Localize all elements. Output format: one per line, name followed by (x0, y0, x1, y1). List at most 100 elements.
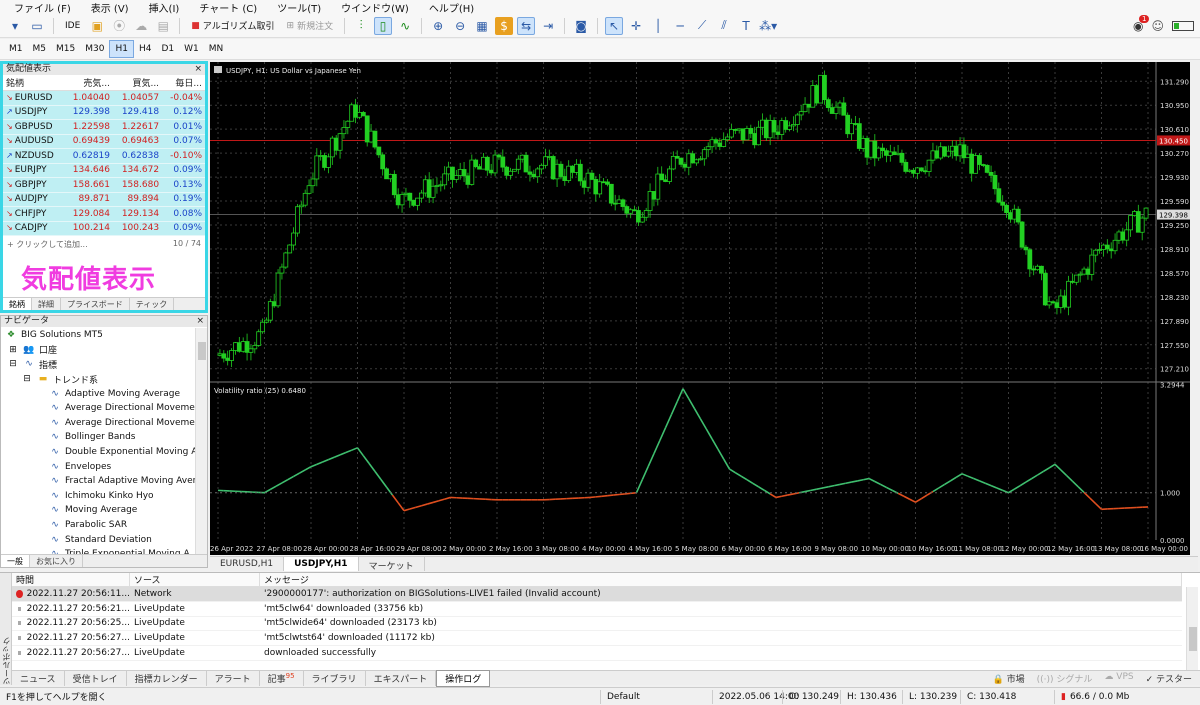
timeframe-h1-button[interactable]: H1 (109, 40, 134, 58)
tab-1[interactable]: お気に入り (30, 555, 83, 567)
chart-tab[interactable]: USDJPY,H1 (284, 557, 359, 571)
menu-item[interactable]: ファイル (F) (4, 0, 81, 15)
menu-item[interactable]: ツール(T) (267, 0, 331, 15)
menu-item[interactable]: 挿入(I) (139, 0, 190, 15)
nav-indicator-item[interactable]: ∿ Double Exponential Moving A (1, 445, 207, 460)
navigator-scrollbar[interactable] (195, 328, 207, 554)
quote-row[interactable]: ↘ AUDUSD 0.69439 0.69463 0.07% (3, 134, 205, 149)
network-status[interactable]: ▮ 66.6 / 0.0 Mb (1054, 689, 1200, 704)
nav-indicator-item[interactable]: ∿ Standard Deviation (1, 532, 207, 547)
column-header[interactable]: 毎日... (162, 75, 205, 91)
quote-row[interactable]: ↘ GBPUSD 1.22598 1.22617 0.01% (3, 119, 205, 135)
timeframe-m5-button[interactable]: M5 (28, 41, 52, 57)
nav-indicator-item[interactable]: ∿ Bollinger Bands (1, 430, 207, 445)
menu-item[interactable]: ウインドウ(W) (331, 0, 419, 15)
scroll-thumb[interactable] (1189, 627, 1197, 651)
nav-indicator-item[interactable]: ∿ Parabolic SAR (1, 518, 207, 533)
quote-row[interactable]: ↗ NZDUSD 0.62819 0.62838 -0.10% (3, 148, 205, 164)
nav-indicator-item[interactable]: ∿ Moving Average (1, 503, 207, 518)
menu-item[interactable]: チャート (C) (189, 0, 267, 15)
timeframe-mn-button[interactable]: MN (204, 41, 229, 57)
tab-0[interactable]: 一般 (1, 555, 30, 567)
toolbox-tab[interactable]: 記事95 (260, 670, 304, 686)
toolbox-link[interactable]: ((·)) シグナル (1037, 672, 1093, 685)
timeframe-w1-button[interactable]: W1 (179, 41, 204, 57)
log-row[interactable]: 2022.11.27 20:56:11... Network '2900000177… (12, 587, 1182, 602)
quote-row[interactable]: ↘ CADJPY 100.214 100.243 0.09% (3, 221, 205, 236)
collapse-icon[interactable]: ⊟ (7, 359, 19, 369)
chart-tab[interactable]: マーケット (359, 557, 425, 572)
chart-shift-icon[interactable]: ⇥ (539, 17, 557, 35)
menu-item[interactable]: 表示 (V) (81, 0, 139, 15)
toolbox-tab[interactable]: アラート (207, 670, 260, 686)
log-column-header[interactable]: 時間 (12, 573, 130, 586)
new-order-button[interactable]: ⊞ 新規注文 (283, 17, 338, 35)
log-column-header[interactable]: ソース (130, 573, 260, 586)
crosshair-icon[interactable]: ✛ (627, 17, 645, 35)
chart-type-icon[interactable]: ▾ (6, 17, 24, 35)
shapes-icon[interactable]: ⁂▾ (759, 17, 777, 35)
scroll-thumb[interactable] (198, 342, 206, 360)
screenshot-icon[interactable]: ◙ (572, 17, 590, 35)
nav-indicator-item[interactable]: ∿ Adaptive Moving Average (1, 386, 207, 401)
toolbox-link[interactable]: 🔒 市場 (993, 672, 1025, 685)
text-tool-icon[interactable]: T (737, 17, 755, 35)
horizontal-line-icon[interactable]: ─ (671, 17, 689, 35)
lock-icon[interactable]: ▣ (88, 17, 106, 35)
log-row[interactable]: 2022.11.27 20:56:25... LiveUpdate 'mt5clwi… (12, 617, 1182, 632)
toolbox-tab[interactable]: エキスパート (366, 670, 437, 686)
nav-root[interactable]: ❖ BIG Solutions MT5 (1, 328, 207, 343)
close-icon[interactable]: × (196, 316, 204, 327)
log-row[interactable]: 2022.11.27 20:56:27... LiveUpdate 'mt5clwt… (12, 631, 1182, 647)
toolbox-link[interactable]: ☁ VPS (1104, 672, 1133, 685)
timeframe-h4-button[interactable]: H4 (134, 41, 157, 57)
channel-icon[interactable]: ⫽ (715, 17, 733, 35)
cursor-icon[interactable]: ↖ (605, 16, 624, 35)
signals-icon[interactable]: ⦿ (110, 17, 128, 35)
quote-row[interactable]: ↘ GBPJPY 158.661 158.680 0.13% (3, 177, 205, 193)
toolbox-tab[interactable]: 指標カレンダー (127, 670, 207, 686)
trendline-icon[interactable]: ⟋ (693, 17, 711, 35)
column-header[interactable]: 買気... (113, 75, 163, 91)
notification-icon[interactable]: ◉ 1 (1133, 15, 1150, 33)
timeframe-d1-button[interactable]: D1 (156, 41, 179, 57)
nav-account[interactable]: ⊞ 👥 口座 (1, 343, 207, 358)
price-chart[interactable]: 131.290 130.950 130.610 130.270 129.930 129.5… (210, 62, 1190, 555)
log-row[interactable]: 2022.11.27 20:56:27... LiveUpdate download… (12, 646, 1182, 661)
zoom-out-icon[interactable]: ⊖ (451, 17, 469, 35)
toolbox-tab[interactable]: 操作ログ (436, 669, 491, 687)
chart-window[interactable]: 131.290 130.950 130.610 130.270 129.930 129.5… (210, 62, 1190, 555)
column-header[interactable]: 売気... (63, 75, 114, 91)
quote-row[interactable]: ↗ USDJPY 129.398 129.418 0.12% (3, 105, 205, 120)
log-column-header[interactable]: メッセージ (260, 573, 1182, 586)
nav-indicator-item[interactable]: ∿ Envelopes (1, 459, 207, 474)
timeframe-m30-button[interactable]: M30 (80, 41, 109, 57)
toolbox-tab[interactable]: 受信トレイ (65, 670, 127, 686)
expand-icon[interactable]: ⊞ (7, 345, 19, 355)
nav-indicator-item[interactable]: ∿ Average Directional Moveme (1, 416, 207, 431)
menu-item[interactable]: ヘルプ(H) (419, 0, 484, 15)
toolbox-link[interactable]: ✓ テスター (1146, 672, 1192, 685)
nav-indicator-item[interactable]: ∿ Average Directional Moveme (1, 401, 207, 416)
collapse-icon[interactable]: ⊟ (21, 374, 33, 384)
tile-windows-icon[interactable]: ▦ (473, 17, 491, 35)
timeframe-m1-button[interactable]: M1 (4, 41, 28, 57)
chart-tab[interactable]: EURUSD,H1 (210, 557, 285, 571)
indicators-icon[interactable]: $ (495, 16, 514, 35)
add-symbol-row[interactable]: + クリックして追加... 10 / 74 (3, 236, 205, 253)
cloud-icon[interactable]: ☁ (132, 17, 150, 35)
toolbox-tab[interactable]: ニュース (12, 670, 65, 686)
bar-chart-icon[interactable]: ⫶ (352, 17, 370, 35)
nav-indicators[interactable]: ⊟ ∿ 指標 (1, 357, 207, 372)
quote-row[interactable]: ↘ AUDJPY 89.871 89.894 0.19% (3, 192, 205, 207)
nav-trend-folder[interactable]: ⊟ ▬ トレンド系 (1, 372, 207, 387)
quote-row[interactable]: ↘ CHFJPY 129.084 129.134 0.08% (3, 206, 205, 222)
log-scrollbar[interactable] (1186, 587, 1198, 671)
nav-indicator-item[interactable]: ∿ Ichimoku Kinko Hyo (1, 489, 207, 504)
vps-icon[interactable]: ▤ (154, 17, 172, 35)
quote-row[interactable]: ↘ EURJPY 134.646 134.672 0.09% (3, 163, 205, 178)
nav-indicator-item[interactable]: ∿ Fractal Adaptive Moving Aver (1, 474, 207, 489)
auto-scroll-icon[interactable]: ⇆ (517, 16, 536, 35)
quote-row[interactable]: ↘ EURUSD 1.04040 1.04057 -0.04% (3, 90, 205, 106)
vertical-line-icon[interactable]: │ (649, 17, 667, 35)
